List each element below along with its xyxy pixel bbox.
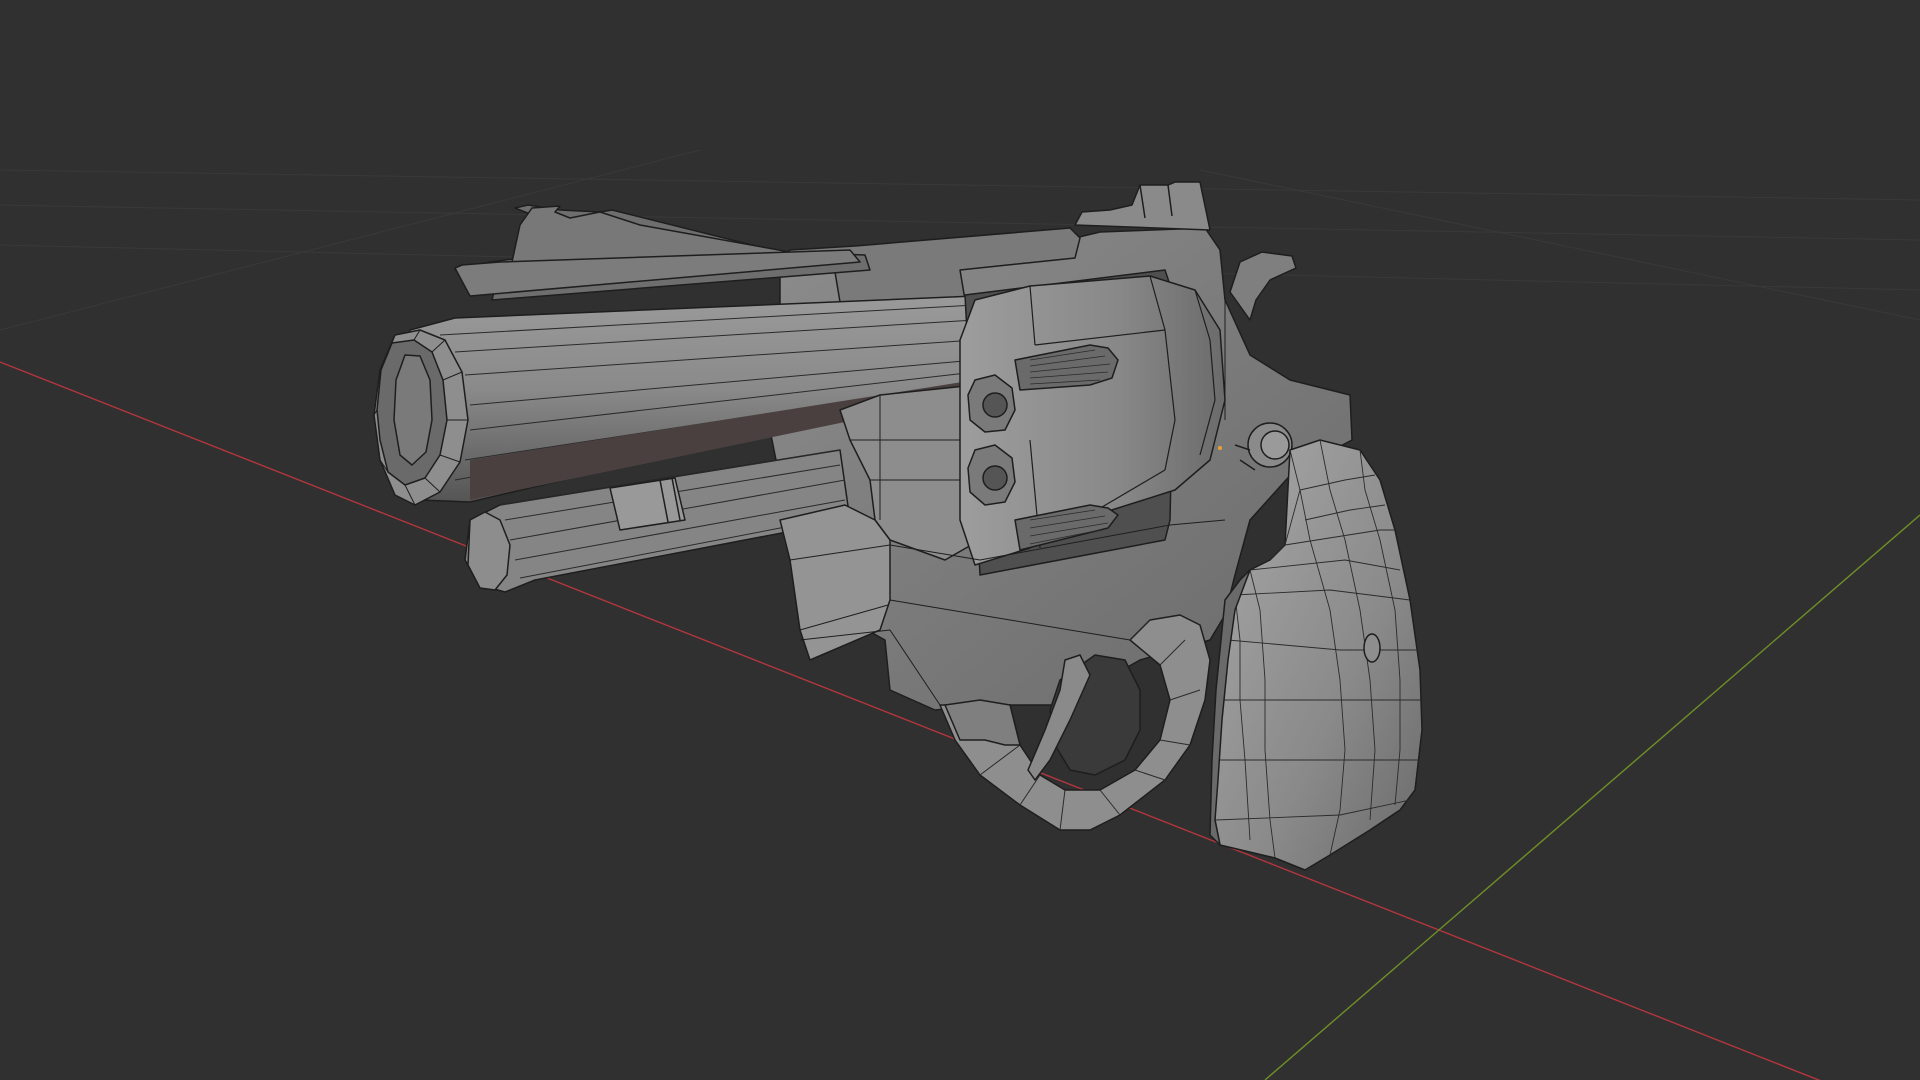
chamber-side-1-hole (982, 392, 1008, 418)
3d-viewport[interactable] (0, 0, 1920, 1080)
chamber-side-2-hole (982, 465, 1008, 491)
selected-vertex[interactable] (1218, 446, 1222, 450)
cylinder-release-inner (1260, 430, 1290, 460)
hammer[interactable] (1229, 251, 1297, 321)
grip-screw[interactable] (1363, 633, 1381, 663)
frame-front[interactable] (779, 504, 891, 661)
muzzle-bore[interactable] (393, 354, 433, 466)
revolver-model[interactable] (373, 181, 1423, 871)
viewport-canvas[interactable] (0, 0, 1920, 1080)
